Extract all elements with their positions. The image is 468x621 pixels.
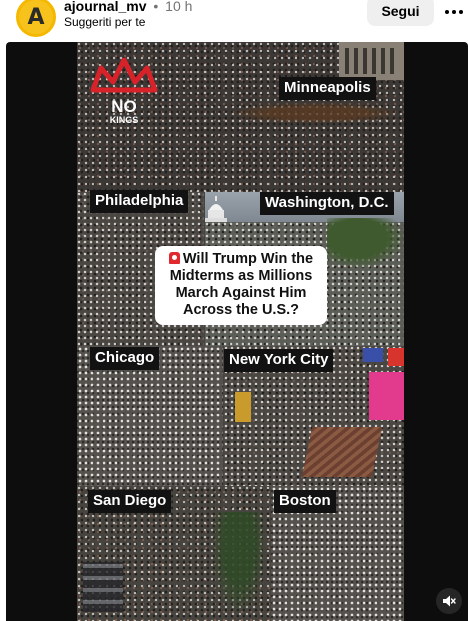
username-row: ajournal_mv • 10 h	[64, 0, 192, 14]
city-label-boston: Boston	[274, 490, 336, 513]
speaker-muted-icon[interactable]	[436, 588, 462, 614]
post-header: A ajournal_mv • 10 h Suggeriti per te Se…	[0, 0, 468, 40]
speaker-muted-glyph	[443, 595, 456, 607]
username-link[interactable]: ajournal_mv	[64, 0, 146, 14]
svg-text:NO: NO	[111, 97, 137, 116]
headline-text: Will Trump Win the Midterms as Millions …	[169, 251, 314, 318]
city-label-san-diego: San Diego	[88, 490, 172, 513]
no-kings-logo: NO KINGS	[90, 57, 158, 124]
capitol-dome-icon	[205, 196, 227, 222]
separator-dot: •	[153, 0, 159, 14]
building-windows	[345, 48, 398, 74]
tree-row	[227, 102, 404, 124]
follow-button[interactable]: Segui	[367, 0, 434, 26]
more-options-icon[interactable]	[442, 0, 466, 24]
video-frame[interactable]: NO KINGS Minneapolis Philadelphia Washin…	[77, 42, 404, 621]
billboard-red	[388, 348, 404, 366]
post-timestamp[interactable]: 10 h	[165, 0, 192, 14]
palm-trees	[209, 512, 269, 621]
city-label-washington: Washington, D.C.	[260, 192, 394, 215]
headline-card: Will Trump Win the Midterms as Millions …	[155, 246, 327, 325]
billboard-pink	[369, 372, 404, 420]
city-label-philadelphia: Philadelphia	[90, 190, 189, 213]
billboard-yellow	[235, 392, 251, 422]
post-media[interactable]: NO KINGS Minneapolis Philadelphia Washin…	[6, 42, 468, 621]
siren-icon	[168, 252, 180, 264]
avatar[interactable]: A	[16, 0, 56, 37]
tree-cluster	[327, 218, 404, 268]
city-label-minneapolis: Minneapolis	[279, 77, 376, 100]
city-label-chicago: Chicago	[90, 347, 160, 370]
avatar-letter: A	[19, 0, 53, 34]
svg-text:KINGS: KINGS	[110, 115, 139, 124]
billboard-blue	[363, 348, 383, 362]
parked-cars	[83, 562, 123, 612]
city-label-new-york: New York City	[224, 349, 334, 372]
suggested-label: Suggeriti per te	[64, 15, 146, 29]
street-structure	[301, 427, 383, 477]
